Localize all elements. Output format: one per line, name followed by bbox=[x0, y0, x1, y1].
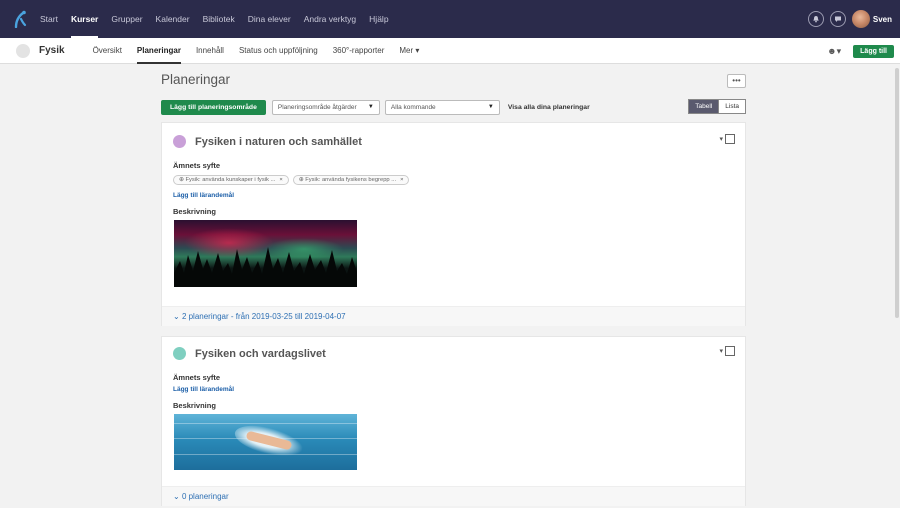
show-all-plannings-link[interactable]: Visa alla dina planeringar bbox=[508, 104, 590, 111]
planning-count-text: 0 planeringar bbox=[181, 492, 229, 501]
purpose-chip-label: ⊕ Fysik: använda fysikens begrepp ... bbox=[298, 177, 397, 183]
planning-area-color-dot bbox=[173, 135, 186, 148]
tab-oversikt[interactable]: Översikt bbox=[93, 46, 122, 55]
chevron-down-icon[interactable]: ▾ bbox=[719, 347, 723, 355]
user-name[interactable]: Sven bbox=[873, 15, 892, 24]
tab-innehall[interactable]: Innehåll bbox=[196, 46, 224, 55]
bell-icon bbox=[813, 16, 819, 23]
purpose-chip[interactable]: ⊕ Fysik: använda fysikens begrepp ... × bbox=[292, 175, 410, 185]
nav-bibliotek[interactable]: Bibliotek bbox=[203, 14, 235, 24]
chevron-down-icon: ⌄ bbox=[173, 492, 180, 501]
filter-select[interactable]: Alla kommande ▼ bbox=[384, 99, 500, 115]
tab-360-rapporter[interactable]: 360°-rapporter bbox=[333, 46, 385, 55]
chevron-down-icon: ▾ bbox=[415, 46, 420, 55]
planning-toolbar: Lägg till planeringsområde Planeringsomr… bbox=[161, 99, 746, 115]
tab-mer[interactable]: Mer ▾ bbox=[399, 46, 419, 55]
caret-down-icon: ▼ bbox=[367, 104, 374, 110]
page-scrollbar[interactable] bbox=[894, 64, 900, 508]
sub-nav-right: ☻▾ Lägg till bbox=[827, 38, 894, 64]
card-checkbox[interactable] bbox=[725, 134, 735, 144]
notifications-button[interactable] bbox=[807, 11, 824, 27]
remove-chip-icon[interactable]: × bbox=[279, 177, 282, 183]
course-title[interactable]: Fysik bbox=[39, 45, 65, 56]
more-options-button[interactable]: ••• bbox=[727, 74, 746, 88]
nav-hjalp[interactable]: Hjälp bbox=[369, 14, 388, 24]
description-image-swimmer bbox=[174, 414, 357, 470]
chat-bubble-icon bbox=[834, 16, 841, 22]
pool-lane-line bbox=[174, 423, 357, 424]
messages-button[interactable] bbox=[829, 11, 846, 27]
add-learning-goal-link[interactable]: Lägg till lärandemål bbox=[173, 386, 234, 393]
purpose-chip[interactable]: ⊕ Fysik: använda kunskaper i fysik ... × bbox=[173, 175, 289, 185]
nav-dina-elever[interactable]: Dina elever bbox=[248, 14, 291, 24]
person-dropdown-icon[interactable]: ☻▾ bbox=[827, 46, 841, 57]
tab-planeringar[interactable]: Planeringar bbox=[136, 46, 181, 64]
tab-mer-label: Mer bbox=[399, 46, 414, 55]
top-right-controls: Sven bbox=[807, 0, 892, 38]
top-navigation-bar: Start Kurser Grupper Kalender Bibliotek … bbox=[0, 0, 900, 38]
planning-area-actions-select[interactable]: Planeringsområde åtgärder ▼ bbox=[271, 99, 380, 115]
nav-start[interactable]: Start bbox=[40, 14, 58, 24]
add-button[interactable]: Lägg till bbox=[853, 44, 894, 58]
pool-lane-line bbox=[174, 454, 357, 455]
subject-purpose-label: Ämnets syfte bbox=[173, 373, 221, 382]
view-list-button[interactable]: Lista bbox=[719, 99, 746, 114]
filter-select-value: Alla kommande bbox=[390, 103, 436, 111]
add-learning-goal-link[interactable]: Lägg till lärandemål bbox=[173, 192, 234, 199]
planning-area-title[interactable]: Fysiken i naturen och samhället bbox=[195, 136, 362, 148]
planning-area-title[interactable]: Fysiken och vardagslivet bbox=[195, 348, 326, 360]
nav-grupper[interactable]: Grupper bbox=[111, 14, 142, 24]
purpose-chip-label: ⊕ Fysik: använda kunskaper i fysik ... bbox=[179, 177, 276, 183]
planning-area-color-dot bbox=[173, 347, 186, 360]
description-label: Beskrivning bbox=[173, 207, 216, 216]
remove-chip-icon[interactable]: × bbox=[400, 177, 403, 183]
scrollbar-thumb[interactable] bbox=[895, 68, 899, 318]
planning-count-toggle[interactable]: ⌄ 2 planeringar - från 2019-03-25 till 2… bbox=[162, 306, 745, 326]
page-title: Planeringar bbox=[161, 72, 231, 87]
course-sub-navigation: Fysik Översikt Planeringar Innehåll Stat… bbox=[0, 38, 900, 64]
planning-count-toggle[interactable]: ⌄ 0 planeringar bbox=[162, 486, 745, 506]
planning-count-text: 2 planeringar - från 2019-03-25 till 201… bbox=[181, 312, 346, 321]
chevron-down-icon[interactable]: ▾ bbox=[719, 135, 723, 143]
subject-purpose-label: Ämnets syfte bbox=[173, 161, 221, 170]
logo-icon bbox=[14, 10, 27, 28]
purpose-chips: ⊕ Fysik: använda kunskaper i fysik ... × … bbox=[173, 175, 413, 185]
chevron-down-icon: ⌄ bbox=[173, 312, 180, 321]
user-avatar[interactable] bbox=[851, 10, 870, 28]
nav-kalender[interactable]: Kalender bbox=[156, 14, 190, 24]
view-table-button[interactable]: Tabell bbox=[688, 99, 720, 114]
card-checkbox[interactable] bbox=[725, 346, 735, 356]
card-select-controls: ▾ bbox=[719, 134, 735, 144]
app-logo[interactable] bbox=[0, 0, 40, 38]
tree-silhouette bbox=[174, 247, 357, 287]
view-toggle: Tabell Lista bbox=[688, 99, 746, 114]
planning-area-card: Fysiken och vardagslivet ▾ Ämnets syfte … bbox=[161, 336, 746, 506]
course-icon bbox=[16, 43, 30, 58]
description-label: Beskrivning bbox=[173, 401, 216, 410]
planning-area-card: Fysiken i naturen och samhället ▾ Ämnets… bbox=[161, 122, 746, 326]
add-planning-area-button[interactable]: Lägg till planeringsområde bbox=[161, 99, 266, 115]
tab-status[interactable]: Status och uppföljning bbox=[239, 46, 318, 55]
description-image-northern-lights bbox=[174, 220, 357, 287]
planning-area-actions-value: Planeringsområde åtgärder bbox=[277, 103, 357, 111]
card-select-controls: ▾ bbox=[719, 346, 735, 356]
caret-down-icon: ▼ bbox=[487, 104, 494, 110]
nav-andra-verktyg[interactable]: Andra verktyg bbox=[304, 14, 356, 24]
nav-kurser[interactable]: Kurser bbox=[70, 14, 99, 38]
